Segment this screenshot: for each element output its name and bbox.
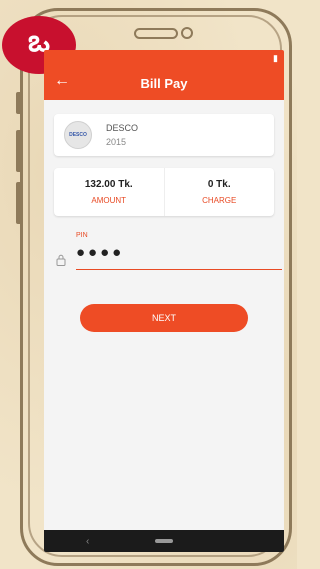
phone-side-button (16, 130, 22, 172)
biller-card: DESCO DESCO 2015 (54, 114, 274, 156)
charge-value: 0 Tk. (207, 179, 231, 190)
app-bar: ← Bill Pay (44, 66, 284, 100)
biller-name: DESCO (106, 123, 139, 133)
battery-icon: ▮ (273, 52, 278, 63)
content: DESCO DESCO 2015 132.00 Tk. AMOUNT 0 Tk.… (44, 100, 284, 332)
biller-logo-text: DESCO (69, 132, 87, 138)
page-title: Bill Pay (140, 75, 188, 91)
arrow-left-icon[interactable]: ← (54, 72, 70, 90)
biller-logo: DESCO (64, 121, 92, 149)
pin-underline (76, 269, 282, 270)
biller-info: DESCO 2015 (106, 123, 138, 147)
status-bar: ▮ (44, 50, 284, 66)
pin-field[interactable]: PIN ●●●● (54, 232, 282, 280)
phone-camera (181, 27, 193, 39)
phone-screen: ▮ ← Bill Pay DESCO DESCO 2015 132.00 Tk.… (44, 50, 284, 552)
charge-column: 0 Tk. CHARGE (163, 168, 275, 216)
nav-home-icon[interactable] (155, 539, 173, 543)
amount-value: 132.00 Tk. (84, 179, 133, 190)
phone-side-button (16, 92, 22, 114)
nav-back-icon[interactable]: ‹ (86, 536, 89, 547)
lock-icon (56, 254, 66, 266)
pin-label: PIN (76, 232, 88, 239)
biller-account: 2015 (106, 137, 127, 147)
system-nav-bar: ‹ (44, 530, 284, 552)
amount-label: AMOUNT (91, 196, 127, 205)
amount-column: 132.00 Tk. AMOUNT (54, 168, 164, 216)
phone-speaker (134, 28, 178, 39)
pin-input[interactable]: ●●●● (76, 244, 124, 261)
amount-card: 132.00 Tk. AMOUNT 0 Tk. CHARGE (54, 168, 274, 216)
charge-label: CHARGE (202, 196, 237, 205)
phone-side-button (16, 182, 22, 224)
next-button[interactable]: NEXT (80, 304, 248, 332)
